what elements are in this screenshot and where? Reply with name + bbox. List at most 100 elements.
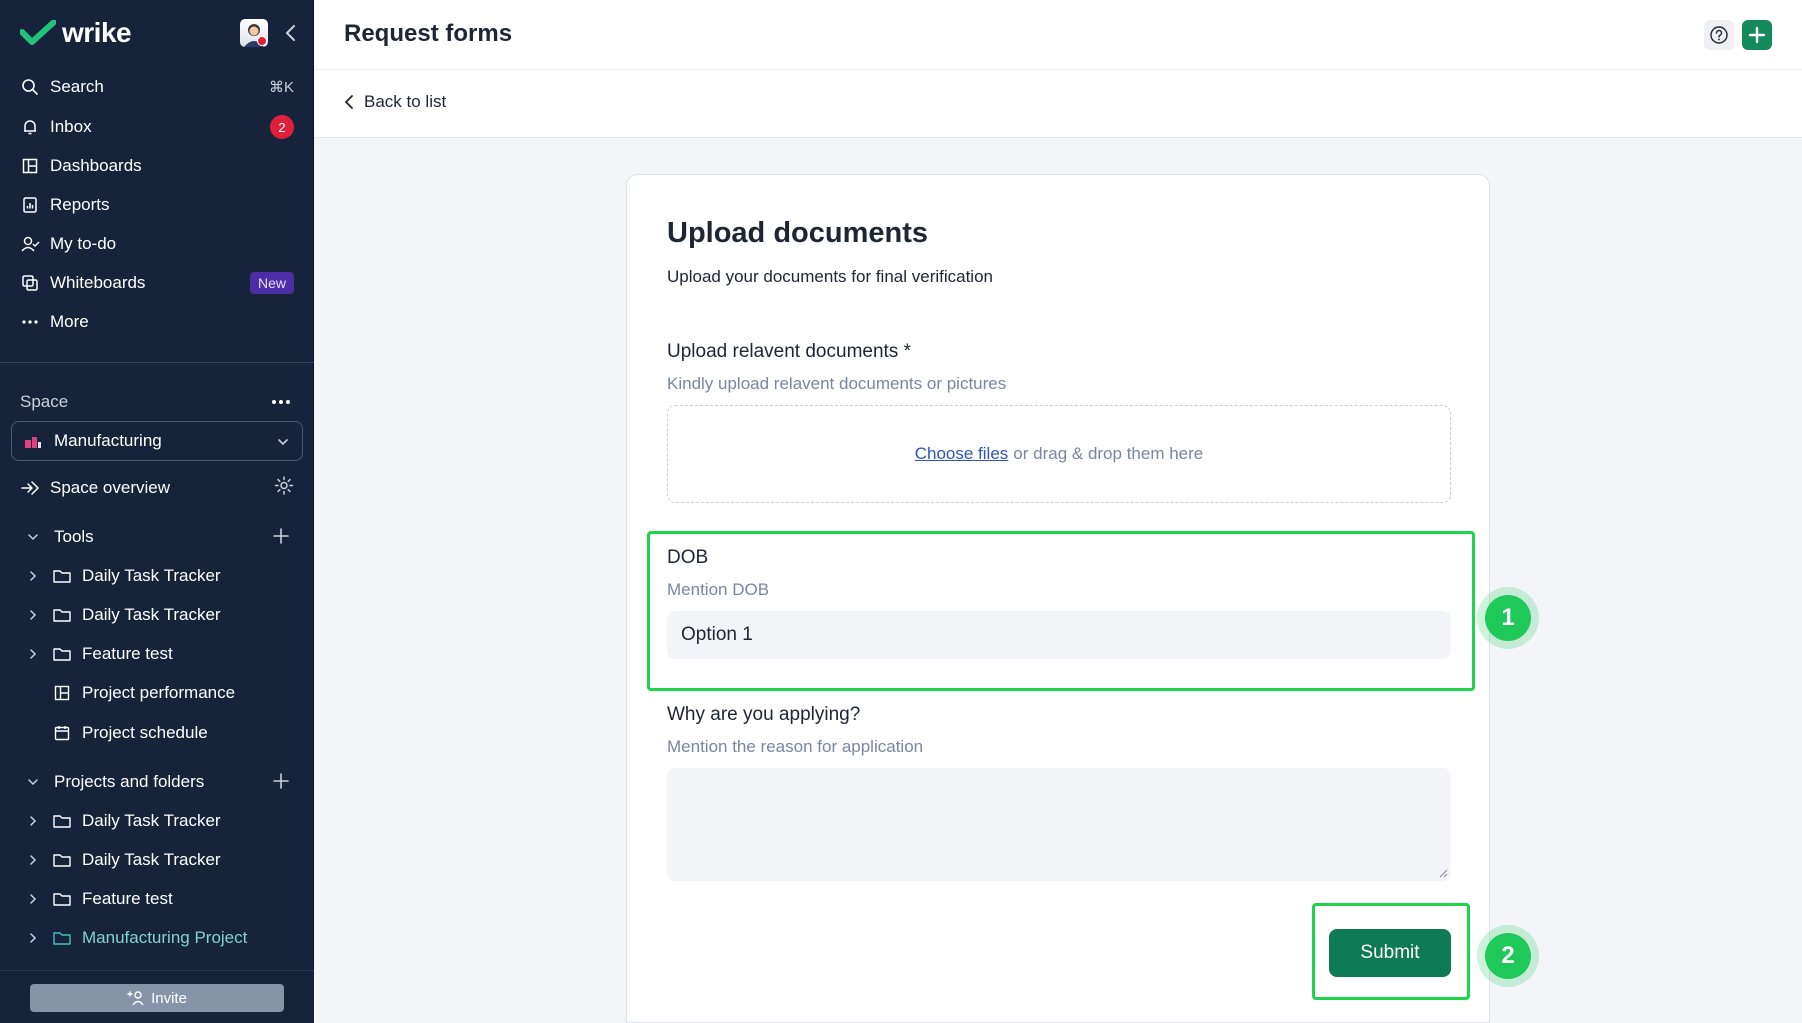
nav-search[interactable]: Search ⌘K [12, 70, 302, 104]
sub-header: Back to list [314, 70, 1802, 138]
tools-section-header[interactable]: Tools [12, 520, 302, 554]
tools-item-daily-task-tracker-2[interactable]: Daily Task Tracker [12, 598, 302, 632]
tools-item-project-schedule[interactable]: Project schedule [12, 716, 302, 750]
tree-item-label: Project schedule [82, 723, 208, 742]
more-horizontal-icon [272, 400, 290, 404]
more-horizontal-icon [20, 312, 40, 332]
chevron-down-icon [24, 531, 42, 543]
collapse-sidebar-button[interactable] [280, 22, 300, 44]
nav-dashboards[interactable]: Dashboards [12, 149, 302, 183]
tree-item-label: Project performance [82, 683, 236, 702]
chevron-right-icon [24, 932, 42, 944]
tree-item-label: Manufacturing Project [82, 928, 248, 947]
back-to-list-link[interactable]: Back to list [344, 92, 446, 112]
tree-item-label: Daily Task Tracker [82, 811, 221, 830]
space-overview[interactable]: Space overview [12, 471, 302, 505]
projects-item-manufacturing-project[interactable]: Manufacturing Project [12, 921, 302, 955]
space-overview-label: Space overview [50, 478, 171, 497]
add-button[interactable] [1742, 20, 1772, 50]
new-badge: New [249, 272, 294, 294]
file-dropzone[interactable]: Choose files or drag & drop them here [667, 405, 1451, 503]
nav-whiteboards[interactable]: Whiteboards New [12, 266, 302, 300]
chevron-left-icon [344, 95, 353, 109]
folder-icon [52, 646, 72, 662]
submit-button[interactable]: Submit [1329, 929, 1451, 977]
chevron-right-icon [24, 893, 42, 905]
help-button[interactable] [1704, 20, 1734, 50]
nav-reports-label: Reports [50, 195, 110, 214]
nav-reports[interactable]: Reports [12, 188, 302, 222]
nav-whiteboards-label: Whiteboards [50, 273, 146, 292]
nav-more-label: More [50, 312, 89, 331]
nav-dashboards-label: Dashboards [50, 156, 142, 175]
tools-label: Tools [54, 527, 94, 546]
tools-item-daily-task-tracker-1[interactable]: Daily Task Tracker [12, 559, 302, 593]
chevron-right-icon [24, 609, 42, 621]
space-selected-name: Manufacturing [54, 431, 162, 450]
projects-item-feature-test[interactable]: Feature test [12, 882, 302, 916]
annotation-marker-2: 2 [1485, 933, 1531, 979]
drop-hint: or drag & drop them here [1013, 444, 1204, 463]
request-form-card: Upload documents Upload your documents f… [626, 174, 1490, 1023]
tools-item-feature-test[interactable]: Feature test [12, 637, 302, 671]
page-title: Request forms [344, 20, 513, 47]
resize-grip-icon[interactable] [1438, 868, 1448, 878]
dob-field-label: DOB [667, 547, 709, 568]
projects-item-daily-task-tracker-1[interactable]: Daily Task Tracker [12, 804, 302, 838]
projects-item-daily-task-tracker-2[interactable]: Daily Task Tracker [12, 843, 302, 877]
nav-search-label: Search [50, 77, 104, 96]
help-icon [1710, 26, 1728, 44]
why-textarea[interactable] [667, 768, 1451, 881]
chevron-right-icon [24, 815, 42, 827]
chevron-right-icon [24, 570, 42, 582]
why-field-hint: Mention the reason for application [667, 737, 924, 756]
nav-inbox[interactable]: Inbox 2 [12, 110, 302, 144]
calendar-icon [52, 724, 72, 742]
dob-field-hint: Mention DOB [667, 580, 770, 599]
form-title: Upload documents [667, 217, 929, 249]
add-tool-icon[interactable] [272, 527, 290, 550]
add-user-icon [127, 991, 144, 1006]
plus-icon [1748, 26, 1766, 44]
brand-logo[interactable]: wrike [20, 16, 132, 50]
tools-item-project-performance[interactable]: Project performance [12, 676, 302, 710]
add-project-icon[interactable] [272, 772, 290, 795]
folder-icon [52, 930, 72, 946]
choose-files-link[interactable]: Choose files [915, 444, 1009, 464]
space-label: Space [20, 392, 69, 411]
report-icon [20, 195, 40, 215]
folder-icon [52, 813, 72, 829]
folder-icon [52, 852, 72, 868]
chevron-left-icon [285, 25, 295, 41]
space-options-button[interactable] [270, 392, 292, 412]
form-description: Upload your documents for final verifica… [667, 267, 993, 286]
invite-button[interactable]: Invite [30, 984, 284, 1012]
nav-my-todo-label: My to-do [50, 234, 117, 253]
chevron-right-icon [24, 854, 42, 866]
checkmark-logo-icon [20, 20, 56, 45]
space-selector[interactable]: Manufacturing [11, 421, 303, 461]
gear-icon[interactable] [274, 476, 294, 501]
inbox-count-badge: 2 [270, 115, 294, 139]
projects-section-header[interactable]: Projects and folders [12, 765, 302, 799]
dashboard-icon [52, 684, 72, 702]
nav-inbox-label: Inbox [50, 117, 92, 136]
why-field-label: Why are you applying? [667, 704, 861, 725]
nav-more[interactable]: More [12, 305, 302, 339]
search-shortcut: ⌘K [268, 79, 294, 96]
sidebar: wrike Search ⌘K Inbox 2 Dashboards Repor… [0, 0, 314, 1023]
upload-field-label: Upload relavent documents * [667, 341, 911, 362]
avatar[interactable] [240, 19, 268, 47]
sidebar-divider [0, 362, 314, 363]
folder-icon [52, 568, 72, 584]
projects-label: Projects and folders [54, 772, 205, 791]
nav-my-todo[interactable]: My to-do [12, 227, 302, 261]
chevron-down-icon [276, 434, 290, 454]
upload-field-hint: Kindly upload relavent documents or pict… [667, 374, 1007, 393]
folder-icon [52, 607, 72, 623]
tree-item-label: Daily Task Tracker [82, 605, 221, 624]
folder-icon [52, 891, 72, 907]
invite-label: Invite [151, 989, 187, 1007]
top-bar: Request forms [314, 0, 1802, 70]
dob-input[interactable]: Option 1 [667, 611, 1451, 659]
